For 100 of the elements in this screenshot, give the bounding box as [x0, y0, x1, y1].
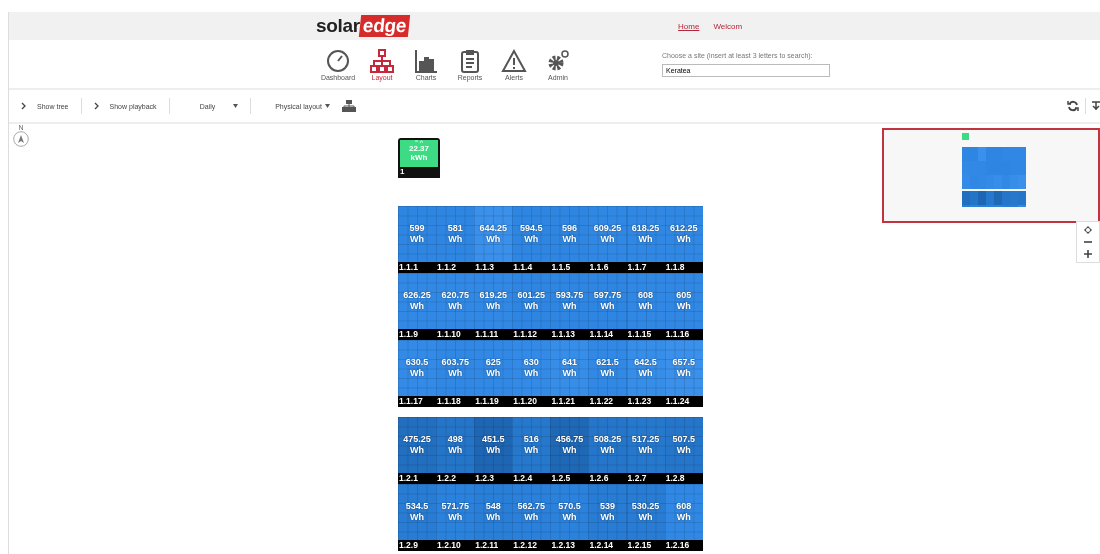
- solar-module[interactable]: 644.25 Wh 1.1.3: [474, 206, 513, 273]
- solar-module[interactable]: 626.25 Wh 1.1.9: [398, 273, 437, 340]
- welcome-text: Welcom: [713, 21, 743, 31]
- solar-module[interactable]: 657.5 Wh 1.1.24: [664, 340, 703, 407]
- module-id: 1.2.12: [512, 540, 551, 551]
- solar-module[interactable]: 570.5 Wh 1.2.13: [550, 484, 589, 551]
- solar-module[interactable]: 621.5 Wh 1.1.22: [588, 340, 627, 407]
- solar-module[interactable]: 498 Wh 1.2.2: [436, 417, 475, 484]
- solar-module[interactable]: 605 Wh 1.1.16: [664, 273, 703, 340]
- solar-module[interactable]: 594.5 Wh 1.1.4: [512, 206, 551, 273]
- module-unit: Wh: [486, 234, 501, 245]
- solar-module[interactable]: 596 Wh 1.1.5: [550, 206, 589, 273]
- module-energy: 539: [600, 501, 616, 512]
- caret-icon: [233, 104, 239, 108]
- module-id: 1.2.13: [550, 540, 589, 551]
- solar-module[interactable]: 456.75 Wh 1.2.5: [550, 417, 589, 484]
- solar-module[interactable]: 562.75 Wh 1.2.12: [512, 484, 551, 551]
- zoom-in-icon[interactable]: [1084, 250, 1092, 258]
- module-unit: Wh: [410, 301, 425, 312]
- module-unit: Wh: [524, 234, 539, 245]
- module-id: 1.1.20: [512, 396, 551, 407]
- module-id: 1.2.3: [474, 473, 513, 484]
- compass-icon[interactable]: [13, 131, 29, 147]
- module-unit: Wh: [562, 512, 577, 523]
- solar-module[interactable]: 593.75 Wh 1.1.13: [550, 273, 589, 340]
- solar-module[interactable]: 530.25 Wh 1.2.15: [626, 484, 665, 551]
- module-energy: 451.5: [481, 434, 505, 445]
- locate-icon[interactable]: [1084, 226, 1092, 234]
- solar-module[interactable]: 581 Wh 1.1.2: [436, 206, 475, 273]
- solar-module[interactable]: 642.5 Wh 1.1.23: [626, 340, 665, 407]
- solar-module[interactable]: 609.25 Wh 1.1.6: [588, 206, 627, 273]
- module-id: 1.1.21: [550, 396, 589, 407]
- module-id: 1.1.12: [512, 329, 551, 340]
- solar-module[interactable]: 516 Wh 1.2.4: [512, 417, 551, 484]
- module-id: 1.1.19: [474, 396, 513, 407]
- solar-module[interactable]: 630 Wh 1.1.20: [512, 340, 551, 407]
- module-id: 1.2.5: [550, 473, 589, 484]
- caret-icon: [324, 104, 330, 108]
- module-unit: Wh: [562, 445, 577, 456]
- module-id: 1.1.17: [398, 396, 437, 407]
- module-id: 1.2.11: [474, 540, 513, 551]
- module-id: 1.2.1: [398, 473, 437, 484]
- module-energy: 619.25: [479, 290, 507, 301]
- module-energy: 630.5: [405, 357, 429, 368]
- module-energy: 456.75: [555, 434, 584, 445]
- solar-module[interactable]: 618.25 Wh 1.1.7: [626, 206, 665, 273]
- solar-module[interactable]: 601.25 Wh 1.1.12: [512, 273, 551, 340]
- solar-module[interactable]: 508.25 Wh 1.2.6: [588, 417, 627, 484]
- module-energy: 608: [676, 501, 692, 512]
- module-energy: 608: [638, 290, 654, 301]
- module-energy: 593.75: [555, 290, 584, 301]
- inverter[interactable]: 22.37 kWh 1: [398, 138, 440, 178]
- solar-module[interactable]: 608 Wh 1.1.15: [626, 273, 665, 340]
- module-unit: Wh: [676, 368, 691, 379]
- module-energy: 570.5: [558, 501, 581, 512]
- module-unit: Wh: [638, 445, 653, 456]
- module-energy: 625: [485, 357, 501, 368]
- solar-module[interactable]: 641 Wh 1.1.21: [550, 340, 589, 407]
- module-unit: Wh: [448, 368, 463, 379]
- module-id: 1.1.4: [512, 262, 551, 273]
- module-energy: 534.5: [405, 501, 429, 512]
- solar-module[interactable]: 571.75 Wh 1.2.10: [436, 484, 475, 551]
- module-unit: Wh: [524, 301, 539, 312]
- solar-module[interactable]: 548 Wh 1.2.11: [474, 484, 513, 551]
- inverter-value: 22.37: [409, 144, 429, 153]
- solar-module[interactable]: 475.25 Wh 1.2.1: [398, 417, 437, 484]
- module-id: 1.1.1: [398, 262, 437, 273]
- solar-module[interactable]: 625 Wh 1.1.19: [474, 340, 513, 407]
- solar-module[interactable]: 451.5 Wh 1.2.3: [474, 417, 513, 484]
- module-unit: Wh: [638, 234, 653, 245]
- module-energy: 571.75: [441, 501, 469, 512]
- solar-module[interactable]: 597.75 Wh 1.1.14: [588, 273, 627, 340]
- module-energy: 517.25: [631, 434, 660, 445]
- module-unit: Wh: [638, 368, 653, 379]
- module-energy: 498: [447, 434, 463, 445]
- module-energy: 594.5: [520, 223, 543, 234]
- solar-module[interactable]: 630.5 Wh 1.1.17: [398, 340, 437, 407]
- module-unit: Wh: [448, 445, 463, 456]
- module-energy: 601.25: [517, 290, 546, 301]
- solar-module[interactable]: 619.25 Wh 1.1.11: [474, 273, 513, 340]
- solar-module[interactable]: 507.5 Wh 1.2.8: [664, 417, 703, 484]
- solar-module[interactable]: 620.75 Wh 1.1.10: [436, 273, 475, 340]
- module-energy: 609.25: [593, 223, 622, 234]
- solar-module[interactable]: 608 Wh 1.2.16: [664, 484, 703, 551]
- module-unit: Wh: [676, 445, 691, 456]
- minimap[interactable]: [882, 128, 1100, 223]
- module-energy: 516: [523, 434, 539, 445]
- solar-module[interactable]: 539 Wh 1.2.14: [588, 484, 627, 551]
- module-unit: Wh: [676, 234, 691, 245]
- solar-module[interactable]: 603.75 Wh 1.1.18: [436, 340, 475, 407]
- bar-chart-icon: [413, 47, 439, 74]
- module-energy: 630: [523, 357, 539, 368]
- module-unit: Wh: [448, 301, 463, 312]
- solar-module[interactable]: 534.5 Wh 1.2.9: [398, 484, 437, 551]
- solar-module[interactable]: 599 Wh 1.1.1: [398, 206, 437, 273]
- zoom-out-icon[interactable]: [1084, 238, 1092, 246]
- home-link[interactable]: Home: [678, 21, 700, 31]
- solar-module[interactable]: 517.25 Wh 1.2.7: [626, 417, 665, 484]
- module-id: 1.2.8: [664, 473, 703, 484]
- solar-module[interactable]: 612.25 Wh 1.1.8: [664, 206, 703, 273]
